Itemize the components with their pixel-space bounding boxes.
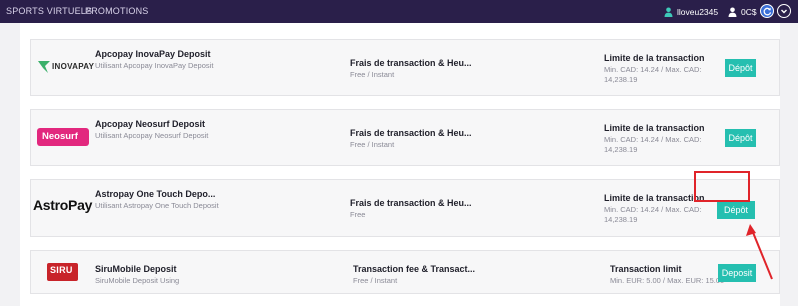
method-subtitle: Utilisant Apcopay Neosurf Deposit	[95, 131, 209, 140]
fee-value: Free / Instant	[350, 70, 395, 79]
deposit-button-neosurf[interactable]: Dépôt	[725, 129, 756, 147]
payment-method-inovapay: INOVAPAY Apcopay InovaPay Deposit Utilis…	[30, 39, 780, 96]
inovapay-logo: INOVAPAY	[37, 58, 94, 76]
method-subtitle: Utilisant Apcopay InovaPay Deposit	[95, 61, 214, 70]
limit-value: Min. CAD: 14.24 / Max. CAD: 14,238.19	[604, 65, 702, 84]
payment-method-neosurf: Neosurf Apcopay Neosurf Deposit Utilisan…	[30, 109, 780, 166]
limit-value: Min. CAD: 14.24 / Max. CAD: 14,238.19	[604, 205, 702, 224]
method-subtitle: SiruMobile Deposit Using	[95, 276, 180, 285]
fee-header: Frais de transaction & Heu...	[350, 58, 472, 68]
user-account[interactable]: lloveu2345	[664, 4, 718, 19]
method-title: Apcopay Neosurf Deposit	[95, 119, 206, 129]
fee-value: Free / Instant	[350, 140, 395, 149]
limit-header: Limite de la transaction	[604, 193, 705, 203]
refresh-balance-button[interactable]	[760, 4, 774, 18]
account-menu-button[interactable]	[777, 4, 791, 18]
top-bar: SPORTS VIRTUELS PROMOTIONS lloveu2345 0C…	[0, 0, 798, 23]
username: lloveu2345	[677, 6, 719, 17]
astropay-logo: AstroPay	[33, 197, 93, 213]
payment-method-astropay: AstroPay Astropay One Touch Depo... Util…	[30, 179, 780, 237]
nav-sports-virtuels[interactable]: SPORTS VIRTUELS	[6, 6, 92, 16]
payment-methods-list: INOVAPAY Apcopay InovaPay Deposit Utilis…	[20, 23, 780, 306]
fee-value: Free / Instant	[353, 276, 398, 285]
balance-display[interactable]: 0C$	[728, 4, 757, 19]
chevron-down-icon	[781, 9, 787, 14]
payment-method-sirumobile: SIRU SiruMobile Deposit SiruMobile Depos…	[30, 250, 780, 294]
wallet-user-icon	[728, 7, 737, 17]
balance-amount: 0C$	[741, 6, 757, 17]
method-title: SiruMobile Deposit	[95, 264, 177, 274]
deposit-button-inovapay[interactable]: Dépôt	[725, 59, 756, 77]
limit-header: Limite de la transaction	[604, 123, 705, 133]
method-subtitle: Utilisant Astropay One Touch Deposit	[95, 201, 219, 210]
annotation-arrow	[746, 224, 773, 280]
nav-promotions[interactable]: PROMOTIONS	[85, 6, 149, 16]
fee-header: Frais de transaction & Heu...	[350, 198, 472, 208]
fee-header: Transaction fee & Transact...	[353, 264, 476, 274]
fee-value: Free	[350, 210, 366, 219]
method-title: Astropay One Touch Depo...	[95, 189, 216, 199]
limit-value: Min. CAD: 14.24 / Max. CAD: 14,238.19	[604, 135, 702, 154]
refresh-icon	[763, 7, 771, 15]
limit-header: Transaction limit	[610, 264, 682, 274]
fee-header: Frais de transaction & Heu...	[350, 128, 472, 138]
neosurf-logo: Neosurf	[37, 128, 89, 146]
limit-header: Limite de la transaction	[604, 53, 705, 63]
method-title: Apcopay InovaPay Deposit	[95, 49, 211, 59]
siru-logo: SIRU	[47, 263, 78, 281]
user-icon	[664, 7, 673, 17]
